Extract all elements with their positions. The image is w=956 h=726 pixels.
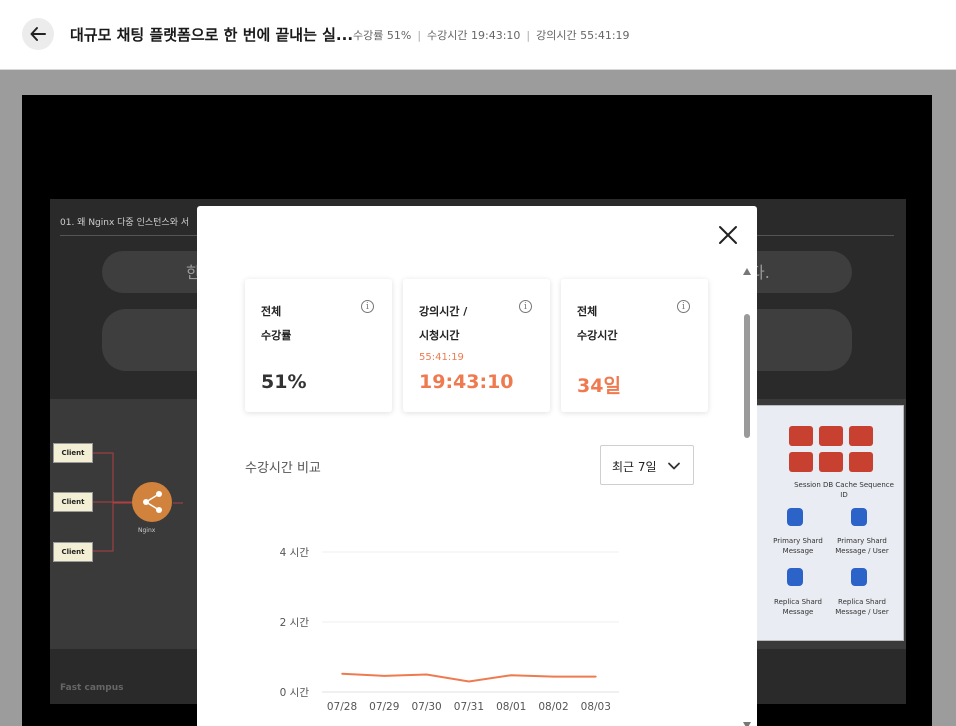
info-icon[interactable]: i bbox=[519, 300, 532, 313]
x-tick-label: 07/30 bbox=[411, 701, 441, 713]
close-icon bbox=[719, 226, 737, 244]
redis-cluster-icon bbox=[789, 426, 873, 472]
card-label: 전체 수강시간 bbox=[577, 300, 617, 348]
primary-shard-message-label: Primary Shard Message bbox=[773, 537, 823, 555]
study-time-chart: 4 시간 2 시간 0 시간 07/28 07/29 07/30 07/31 08/01 08/… bbox=[280, 547, 619, 713]
x-tick-label: 08/01 bbox=[496, 701, 526, 713]
back-button[interactable] bbox=[22, 18, 54, 50]
course-title: 대규모 채팅 플랫폼으로 한 번에 끝내는 실... bbox=[70, 26, 354, 44]
range-select-value: 최근 7일 bbox=[612, 460, 657, 474]
card-label-line2: 수강률 bbox=[261, 329, 292, 342]
progress-modal: 전체 수강률 i 51% 강의시간 / 시청시간 i 55:41:19 19:4… bbox=[197, 206, 757, 726]
card-lecture-watch-time: 강의시간 / 시청시간 i 55:41:19 19:43:10 bbox=[403, 279, 550, 412]
card-value: 51% bbox=[261, 371, 307, 393]
chart-point bbox=[510, 674, 512, 676]
nginx-label: Nginx bbox=[138, 527, 156, 534]
database-icon bbox=[787, 568, 803, 586]
client-box: Client bbox=[53, 492, 93, 512]
replica-shard-message-label: Replica Shard Message bbox=[774, 598, 822, 616]
database-icon bbox=[851, 568, 867, 586]
chart-point bbox=[341, 673, 343, 675]
card-label-line1: 전체 bbox=[261, 305, 282, 318]
meta-separator: | bbox=[526, 28, 531, 42]
card-subvalue: 55:41:19 bbox=[419, 352, 464, 363]
arrow-left-icon bbox=[30, 27, 46, 41]
y-tick-label: 4 시간 bbox=[280, 547, 310, 559]
nginx-icon bbox=[132, 482, 172, 522]
card-total-progress: 전체 수강률 i 51% bbox=[245, 279, 392, 412]
scroll-thumb[interactable] bbox=[744, 314, 750, 438]
chart-point bbox=[595, 675, 597, 678]
chart-point bbox=[552, 675, 555, 678]
chart-point bbox=[468, 680, 470, 683]
x-tick-label: 07/28 bbox=[327, 701, 357, 713]
scroll-up-arrow-icon[interactable] bbox=[743, 268, 751, 275]
card-value: 34일 bbox=[577, 375, 621, 397]
lecture-time-text: 강의시간 55:41:19 bbox=[536, 29, 630, 42]
info-icon[interactable]: i bbox=[361, 300, 374, 313]
card-label: 전체 수강률 bbox=[261, 300, 291, 348]
cache-label: Session DB Cache Sequence ID bbox=[794, 481, 894, 499]
client-box: Client bbox=[53, 443, 93, 463]
chevron-down-icon bbox=[668, 462, 680, 470]
compare-title: 수강시간 비교 bbox=[245, 461, 321, 476]
card-label: 강의시간 / 시청시간 bbox=[419, 300, 467, 348]
fastcampus-logo: Fast campus bbox=[60, 683, 124, 693]
client-box: Client bbox=[53, 542, 93, 562]
watch-time-text: 수강시간 19:43:10 bbox=[427, 29, 521, 42]
slide-title: 01. 왜 Nginx 다중 인스턴스와 서 bbox=[60, 218, 190, 228]
x-tick-label: 07/29 bbox=[369, 701, 399, 713]
y-tick-label: 0 시간 bbox=[280, 687, 310, 699]
x-tick-label: 08/03 bbox=[581, 701, 611, 713]
chart-point bbox=[383, 675, 386, 677]
database-icon bbox=[787, 508, 803, 526]
progress-rate-text: 수강률 51% bbox=[353, 29, 412, 42]
db-panel: Session DB Cache Sequence ID Primary Sha… bbox=[756, 405, 904, 641]
card-value: 19:43:10 bbox=[419, 371, 514, 393]
meta-separator: | bbox=[417, 28, 422, 42]
x-tick-label: 08/02 bbox=[538, 701, 568, 713]
replica-shard-user-label: Replica Shard Message / User bbox=[835, 598, 889, 616]
database-icon bbox=[851, 508, 867, 526]
x-tick-label: 07/31 bbox=[454, 701, 484, 713]
info-icon[interactable]: i bbox=[677, 300, 690, 313]
primary-shard-user-label: Primary Shard Message / User bbox=[835, 537, 889, 555]
card-total-study-time: 전체 수강시간 i 34일 bbox=[561, 279, 708, 412]
y-tick-label: 2 시간 bbox=[280, 617, 310, 629]
card-label-line2: 수강시간 bbox=[577, 329, 618, 342]
course-header: 대규모 채팅 플랫폼으로 한 번에 끝내는 실... 수강률 51% | 수강시… bbox=[0, 0, 956, 70]
close-button[interactable] bbox=[717, 224, 739, 246]
course-meta: 수강률 51% | 수강시간 19:43:10 | 강의시간 55:41:19 bbox=[353, 27, 630, 43]
page: 대규모 채팅 플랫폼으로 한 번에 끝내는 실... 수강률 51% | 수강시… bbox=[0, 0, 956, 726]
card-label-line1: 강의시간 / bbox=[419, 305, 468, 318]
range-select[interactable]: 최근 7일 bbox=[600, 445, 694, 485]
card-label-line2: 시청시간 bbox=[419, 329, 460, 342]
chart-point bbox=[425, 673, 428, 676]
card-label-line1: 전체 bbox=[577, 305, 598, 318]
chart-series-line bbox=[341, 672, 596, 683]
